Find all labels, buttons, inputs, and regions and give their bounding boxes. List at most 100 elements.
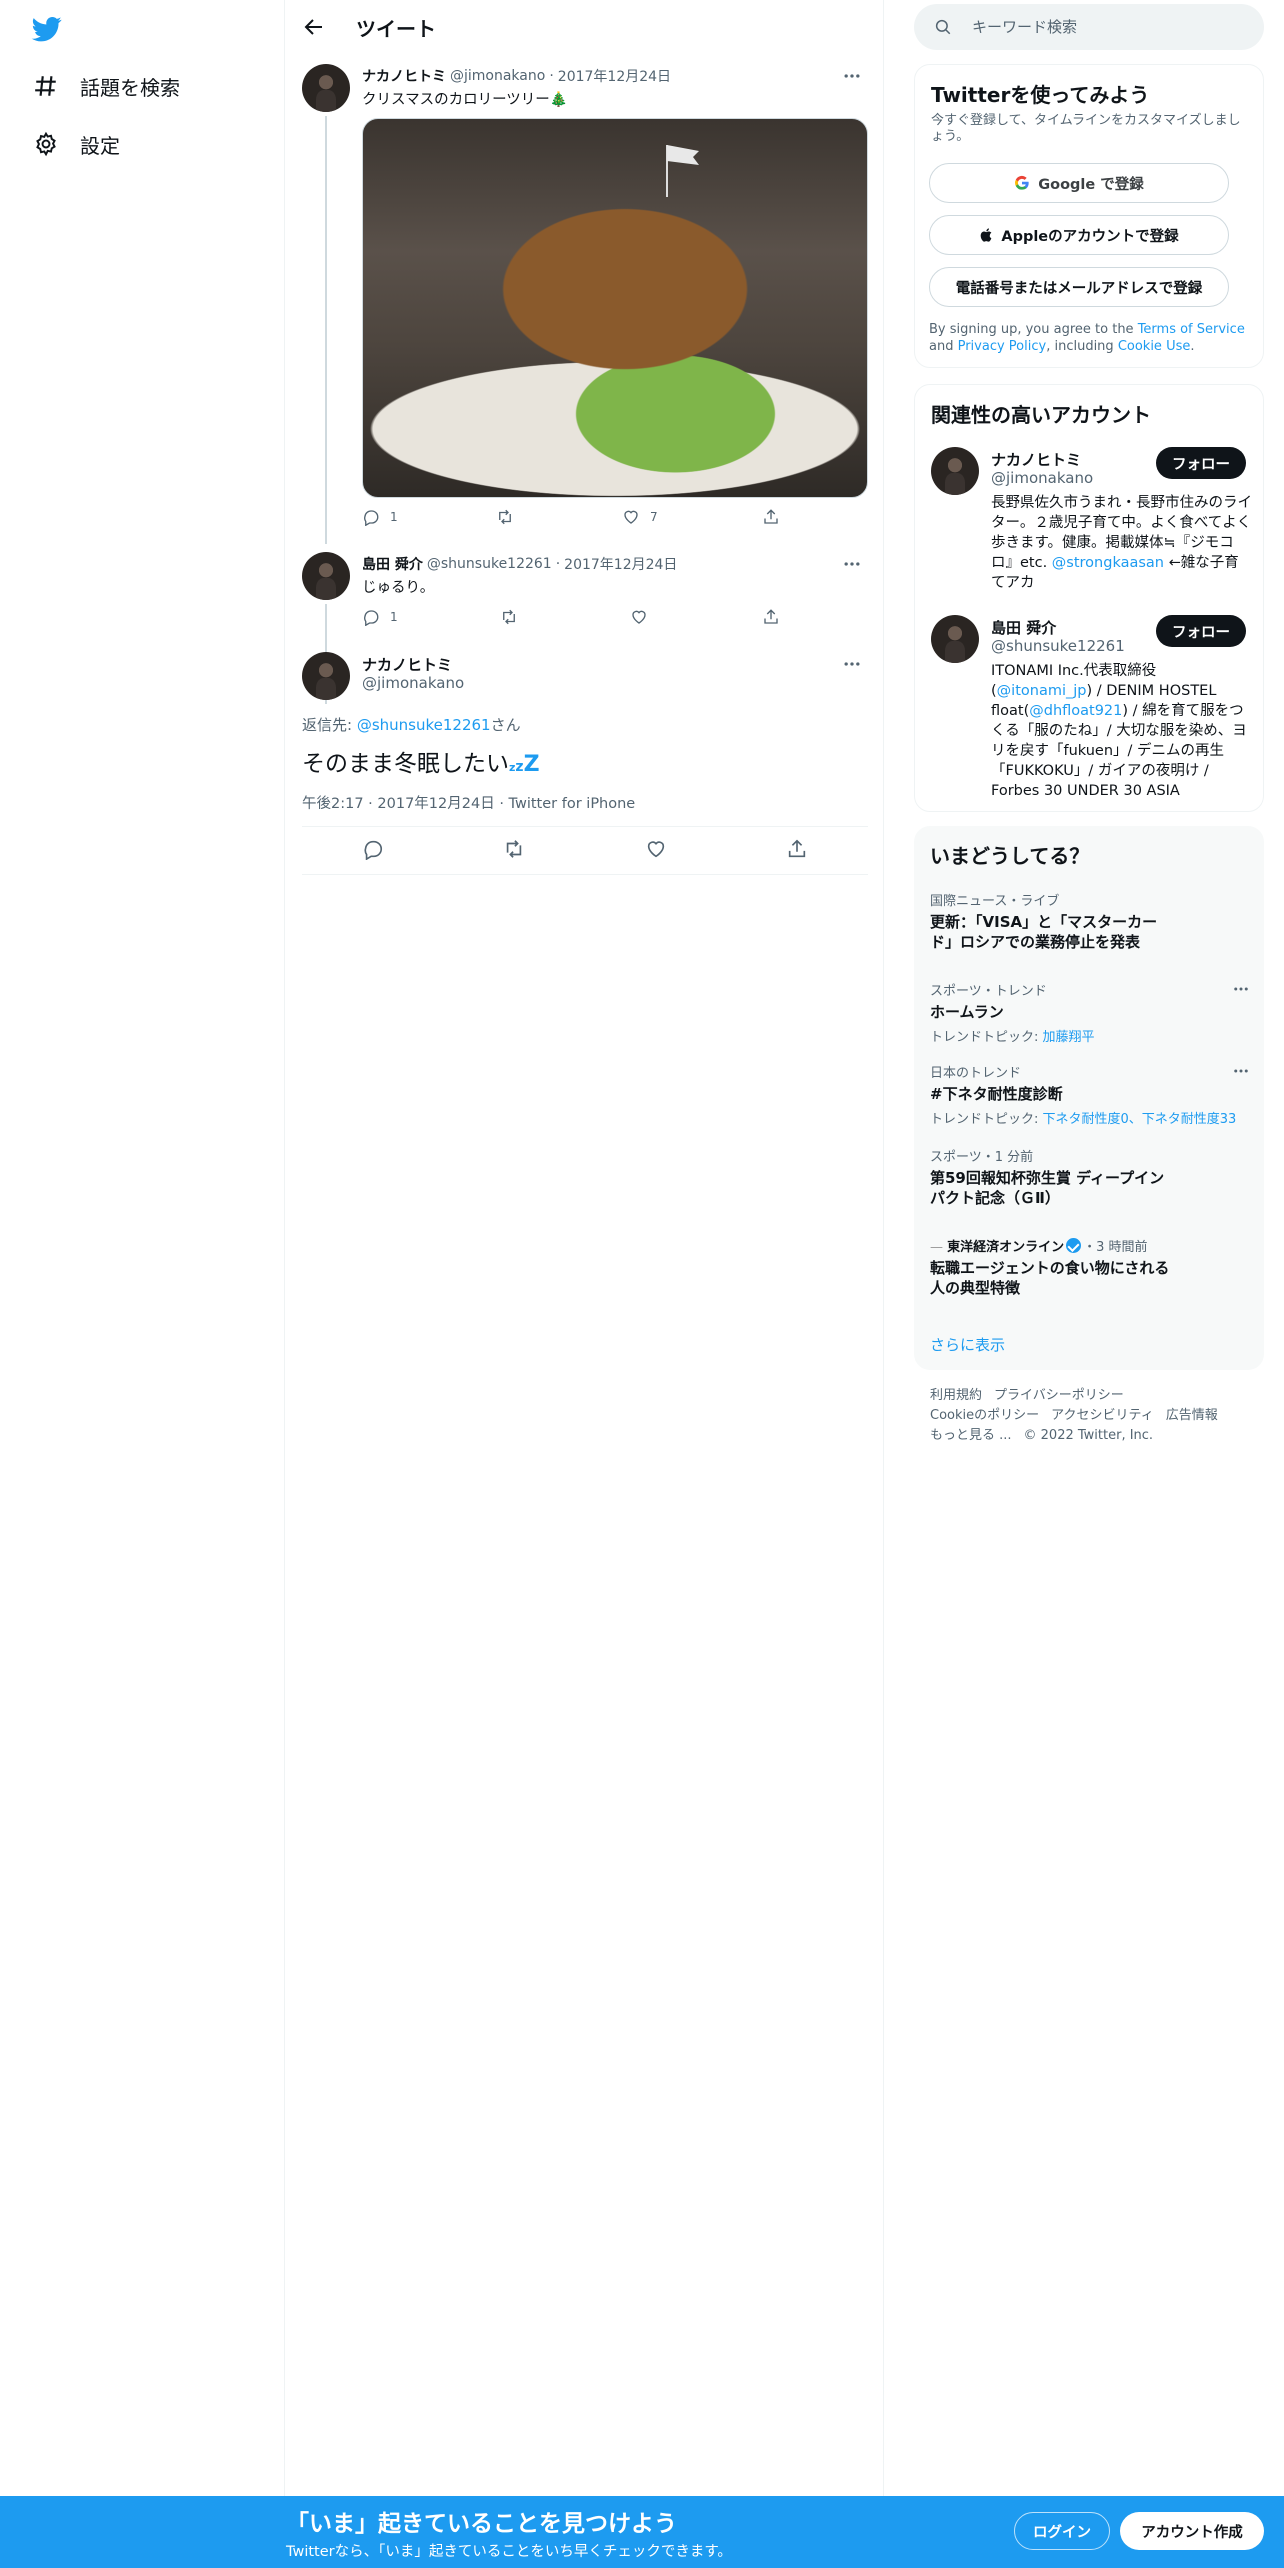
focus-tweet-actions: [302, 838, 868, 860]
separator-dot: ·: [368, 796, 373, 812]
thread-tweet-2[interactable]: 島田 舜介 @shunsuke12261 · 2017年12月24日 じゅるり。…: [302, 552, 868, 704]
privacy-link[interactable]: Privacy Policy: [958, 339, 1047, 354]
heart-icon: [624, 510, 638, 524]
account-name[interactable]: ナカノヒトミ: [991, 449, 1081, 470]
separator-dot: ·: [499, 796, 504, 812]
footer-link[interactable]: 広告情報: [1166, 1408, 1218, 1423]
reply-to-prefix: 返信先:: [302, 716, 357, 734]
retweet-icon[interactable]: [503, 838, 525, 860]
more-icon[interactable]: [842, 66, 862, 86]
trend-name: 更新：「VISA」と「マスターカード」ロシアでの業務停止を発表: [930, 913, 1158, 951]
focus-text-body: そのまま冬眠したい: [302, 751, 509, 777]
google-signup-button[interactable]: Google で登録: [929, 163, 1229, 203]
avatar[interactable]: [302, 64, 350, 112]
share-button[interactable]: [762, 608, 790, 626]
bio-mention-link[interactable]: @dhfloat921: [1029, 703, 1122, 719]
reply-to-handle[interactable]: @shunsuke12261: [357, 716, 491, 734]
footer-links: 利用規約 プライバシーポリシー Cookieのポリシー アクセシビリティ 広告情報 も…: [930, 1386, 1260, 1446]
tweet-image[interactable]: [362, 118, 868, 498]
follow-button[interactable]: フォロー: [1156, 615, 1246, 647]
bottom-bar-subtitle: Twitterなら、「いま」起きていることをいち早くチェックできます。: [286, 2544, 732, 2560]
trend-item[interactable]: スポーツ・トレンド ホームラン トレンドトピック: 加藤翔平: [930, 980, 1250, 1045]
trend-topic-link[interactable]: 下ネタ耐性度0、下ネタ耐性度33: [1043, 1112, 1237, 1127]
trend-item[interactable]: スポーツ・1 分前 第59回報知杯弥生賞 ディープインパクト記念（ＧⅡ）: [930, 1146, 1250, 1208]
footer-link[interactable]: 利用規約: [930, 1388, 982, 1403]
tweet-time[interactable]: 午後2:17: [302, 796, 364, 812]
show-more-link[interactable]: さらに表示: [930, 1334, 1005, 1355]
author-handle[interactable]: @jimonakano: [450, 68, 545, 84]
login-button[interactable]: ログイン: [1014, 2512, 1110, 2550]
reply-to-line: 返信先: @shunsuke12261さん: [302, 714, 521, 735]
like-button[interactable]: [630, 608, 762, 626]
account-item[interactable]: ナカノヒトミ @jimonakano フォロー 長野県佐久市うまれ・長野市住みの…: [931, 447, 1252, 597]
account-handle[interactable]: @shunsuke12261: [991, 637, 1125, 655]
trend-topic-link[interactable]: 加藤翔平: [1043, 1030, 1095, 1045]
account-handle[interactable]: @jimonakano: [991, 469, 1093, 487]
signup-card-subtitle: 今すぐ登録して、タイムラインをカスタマイズしましょう。: [931, 113, 1241, 144]
author-name[interactable]: ナカノヒトミ: [362, 654, 452, 675]
flag-shape: [666, 145, 699, 197]
avatar[interactable]: [931, 615, 979, 663]
tweet-date[interactable]: 2017年12月24日: [377, 796, 494, 812]
retweet-button[interactable]: [496, 508, 622, 526]
footer-link[interactable]: もっと見る ...: [930, 1428, 1012, 1443]
trend-name: #下ネタ耐性度診断: [930, 1085, 1063, 1103]
verified-badge-icon: [1066, 1238, 1082, 1253]
search-input[interactable]: [972, 18, 1232, 36]
more-icon[interactable]: [842, 654, 862, 674]
avatar[interactable]: [302, 652, 350, 700]
left-nav: 話題を検索 設定: [0, 0, 285, 2568]
tweet-date[interactable]: 2017年12月24日: [558, 66, 671, 86]
thread-tweet-1[interactable]: ナカノヒトミ @jimonakano · 2017年12月24日 クリスマスのカ…: [302, 64, 868, 544]
author-name[interactable]: 島田 舜介: [362, 554, 423, 574]
trend-category: スポーツ・1 分前: [930, 1150, 1034, 1165]
bio-mention-link[interactable]: @strongkaasan: [1052, 555, 1164, 571]
tweet-source[interactable]: Twitter for iPhone: [509, 796, 636, 812]
reply-button[interactable]: 1: [362, 608, 500, 626]
twitter-bird-icon[interactable]: [30, 14, 64, 44]
nav-settings[interactable]: 設定: [30, 124, 120, 164]
account-item[interactable]: 島田 舜介 @shunsuke12261 フォロー ITONAMI Inc.代表…: [931, 615, 1251, 805]
avatar[interactable]: [302, 552, 350, 600]
trend-item[interactable]: — 東洋経済オンライン ・3 時間前 転職エージェントの食い物にされる人の典型特徴: [930, 1236, 1250, 1298]
bio-mention-link[interactable]: @itonami_jp: [997, 683, 1087, 699]
author-handle[interactable]: @shunsuke12261: [427, 556, 552, 572]
terms-link[interactable]: Terms of Service: [1138, 322, 1245, 337]
heart-icon[interactable]: [645, 838, 667, 860]
share-button[interactable]: [762, 508, 790, 526]
apple-signup-button[interactable]: Appleのアカウントで登録: [929, 215, 1229, 255]
like-button[interactable]: 7: [622, 508, 762, 526]
trends-title: いまどうしてる？: [930, 844, 1090, 868]
share-icon[interactable]: [786, 838, 808, 860]
trend-item[interactable]: 国際ニュース・ライブ 更新：「VISA」と「マスターカード」ロシアでの業務停止を…: [930, 890, 1250, 952]
page-header: ツイート: [286, 0, 883, 54]
avatar[interactable]: [931, 447, 979, 495]
back-arrow-icon[interactable]: [302, 15, 326, 39]
trend-sub: トレンドトピック: 加藤翔平: [930, 1030, 1095, 1045]
nav-explore[interactable]: 話題を検索: [30, 66, 180, 106]
trend-sub: トレンドトピック: 下ネタ耐性度0、下ネタ耐性度33: [930, 1112, 1237, 1127]
trend-item[interactable]: 日本のトレンド #下ネタ耐性度診断 トレンドトピック: 下ネタ耐性度0、下ネタ耐…: [930, 1062, 1250, 1127]
search-box[interactable]: [914, 4, 1264, 50]
signup-button[interactable]: アカウント作成: [1120, 2512, 1264, 2550]
phone-email-signup-button[interactable]: 電話番号またはメールアドレスで登録: [929, 267, 1229, 307]
more-icon[interactable]: [1232, 1062, 1250, 1080]
footer-link[interactable]: Cookieのポリシー: [930, 1408, 1039, 1423]
cookie-link[interactable]: Cookie Use: [1118, 339, 1191, 354]
share-icon: [764, 509, 778, 524]
google-signup-label: Google で登録: [1038, 176, 1144, 193]
retweet-icon: [499, 509, 511, 525]
author-handle[interactable]: @jimonakano: [362, 674, 464, 692]
tweet-date[interactable]: 2017年12月24日: [564, 554, 677, 574]
more-icon[interactable]: [842, 554, 862, 574]
reply-button[interactable]: 1: [362, 508, 496, 526]
footer-link[interactable]: プライバシーポリシー: [994, 1388, 1124, 1403]
trend-name: 第59回報知杯弥生賞 ディープインパクト記念（ＧⅡ）: [930, 1169, 1165, 1207]
retweet-button[interactable]: [500, 608, 630, 626]
reply-icon[interactable]: [362, 838, 384, 860]
account-name[interactable]: 島田 舜介: [991, 617, 1056, 638]
author-name[interactable]: ナカノヒトミ: [362, 66, 446, 86]
follow-button[interactable]: フォロー: [1156, 447, 1246, 479]
footer-link[interactable]: アクセシビリティ: [1051, 1408, 1154, 1423]
more-icon[interactable]: [1232, 980, 1250, 998]
